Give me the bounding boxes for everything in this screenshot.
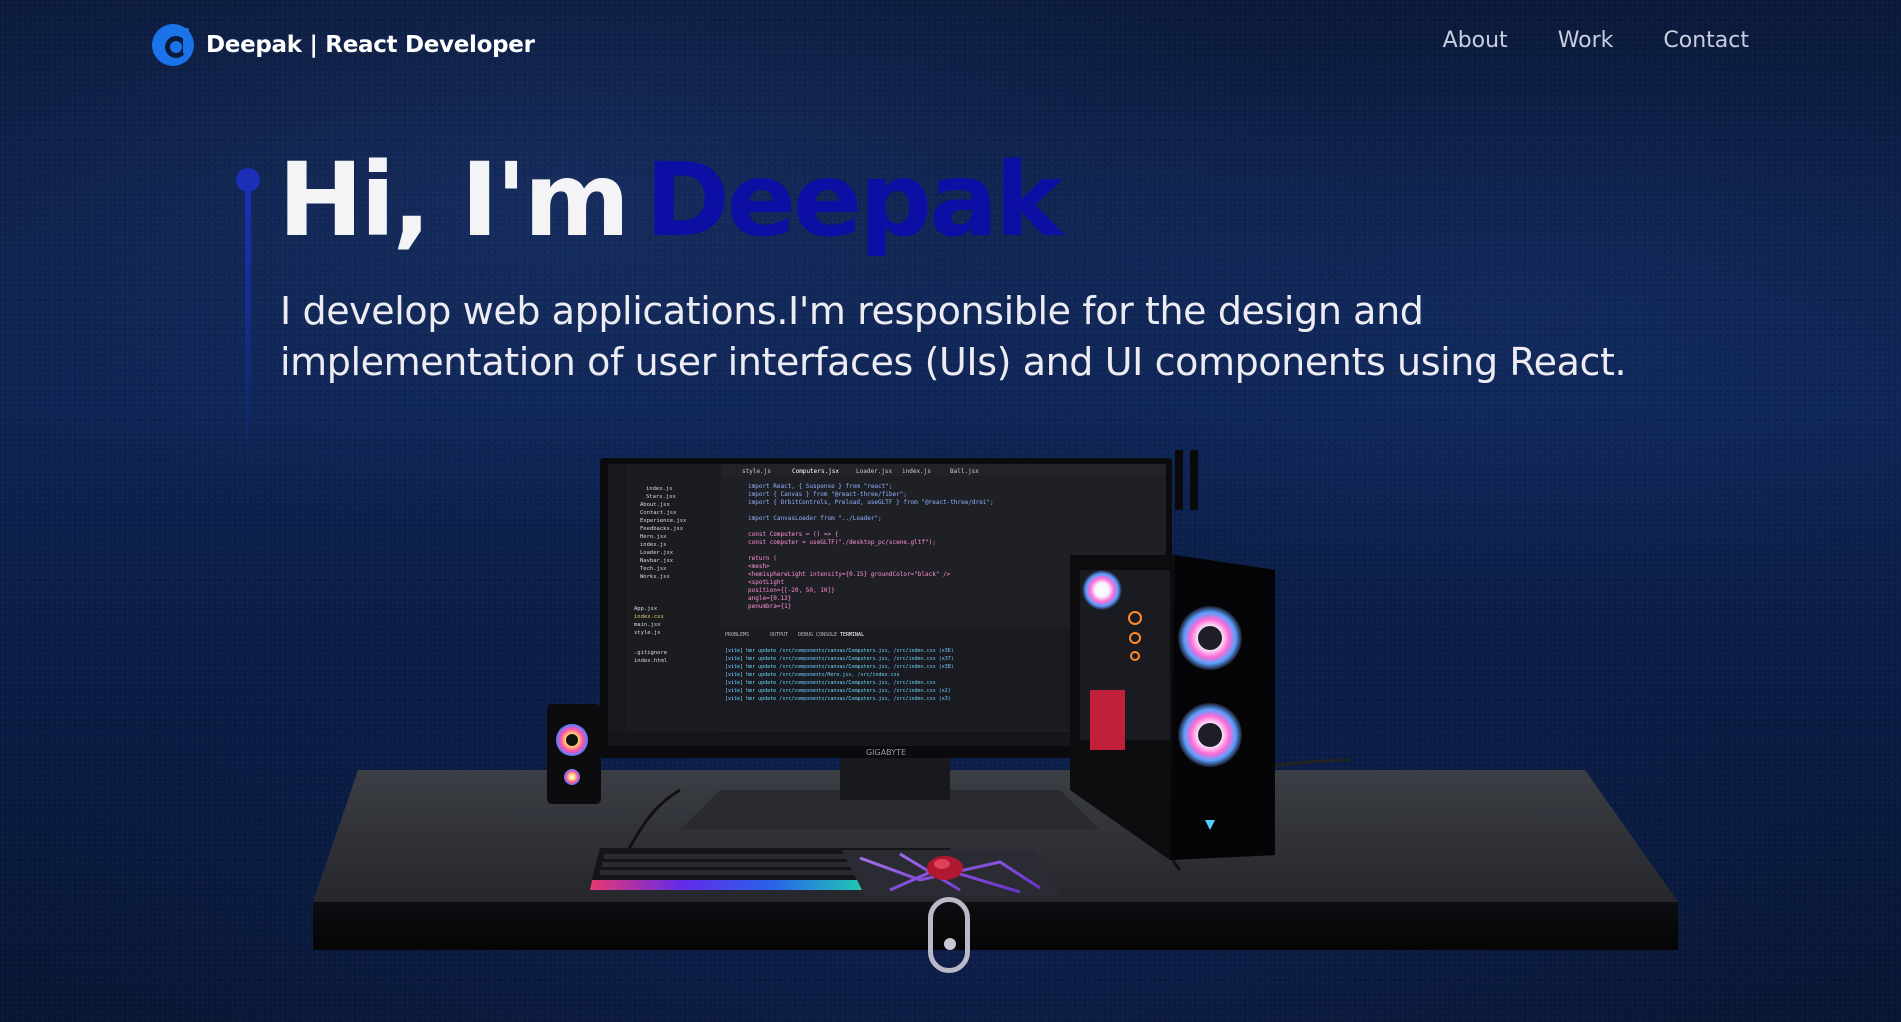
monitor-brand: GIGABYTE — [866, 748, 906, 757]
desk-front — [313, 902, 1678, 950]
hero-title: Hi, I'm Deepak — [278, 150, 1063, 252]
explorer-file: About.jsx — [640, 502, 670, 508]
code-line: angle={0.12} — [748, 595, 791, 602]
logo-link[interactable]: Deepak | React Developer — [150, 22, 535, 68]
code-line: import CanvasLoader from "../Loader"; — [748, 515, 882, 522]
hero-subtitle-line-1: I develop web applications.I'm responsib… — [280, 289, 1424, 333]
editor-tab: Loader.jsx — [856, 468, 893, 475]
navbar: Deepak | React Developer About Work Cont… — [0, 0, 1901, 90]
code-line: <spotLight — [748, 579, 785, 586]
rail-line — [245, 188, 251, 458]
code-line: import { OrbitControls, Preload, useGLTF… — [748, 499, 994, 506]
editor-tab: Ball.jsx — [950, 468, 979, 475]
nav-link-contact[interactable]: Contact — [1663, 28, 1749, 53]
explorer-file: index.css — [634, 614, 664, 620]
terminal-line: [vite] hmr update /src/components/canvas… — [725, 688, 951, 694]
nav-link-about[interactable]: About — [1443, 28, 1508, 53]
explorer-file: index.js — [640, 542, 667, 548]
explorer-file: Navbar.jsx — [640, 558, 674, 564]
logo-icon — [152, 24, 194, 66]
code-line: penumbra={1} — [748, 603, 791, 610]
code-line: return ( — [748, 555, 777, 562]
hero-name: Deepak — [645, 141, 1063, 260]
hero-subtitle-line-2: implementation of user interfaces (UIs) … — [280, 340, 1627, 384]
terminal-line: [vite] hmr update /src/components/canvas… — [725, 664, 954, 670]
code-line: const computer = useGLTF("./desktop_pc/s… — [748, 539, 936, 546]
terminal-tab: OUTPUT — [770, 632, 788, 638]
explorer-file: index.js — [646, 486, 673, 492]
editor-tab: style.js — [742, 468, 771, 475]
terminal-line: [vite] hmr update /src/components/canvas… — [725, 680, 936, 686]
code-line: <mesh> — [748, 563, 770, 570]
explorer-file: index.html — [634, 658, 667, 664]
hero-rail — [236, 168, 260, 468]
explorer-file: Loader.jsx — [640, 550, 674, 556]
explorer-file: App.jsx — [634, 606, 658, 612]
terminal-tab: PROBLEMS — [725, 632, 749, 638]
explorer-file: .gitignore — [634, 650, 667, 656]
editor-tab: Computers.jsx — [792, 468, 839, 475]
explorer-file: Hero.jsx — [640, 534, 667, 540]
hero-greeting: Hi, I'm — [278, 141, 630, 260]
editor-tab: index.js — [902, 468, 931, 475]
explorer-file: Contact.jsx — [640, 510, 677, 516]
explorer-file: Works.jsx — [640, 574, 670, 580]
explorer-file: main.jsx — [634, 622, 661, 628]
explorer-file: Stars.jsx — [646, 494, 676, 500]
explorer-file: style.js — [634, 630, 661, 636]
terminal-line: [vite] hmr update /src/components/canvas… — [725, 696, 951, 702]
nav-links: About Work Contact — [1443, 28, 1749, 53]
nav-link-work[interactable]: Work — [1558, 28, 1614, 53]
terminal-line: [vite] hmr update /src/components/Hero.j… — [725, 672, 900, 678]
terminal-tab: TERMINAL — [840, 632, 864, 638]
code-line: position={[-20, 50, 10]} — [748, 587, 835, 594]
terminal-line: [vite] hmr update /src/components/canvas… — [725, 648, 954, 654]
terminal-line: [vite] hmr update /src/components/canvas… — [725, 656, 954, 662]
code-line: <hemisphereLight intensity={0.15} ground… — [748, 571, 951, 578]
mousepad — [842, 850, 1060, 896]
explorer-file: Feedbacks.jsx — [640, 526, 684, 532]
hero-subtitle: I develop web applications.I'm responsib… — [280, 286, 1680, 388]
desk-scene[interactable]: GIGABYTE style.js Computers.jsx Loader.j… — [300, 450, 1680, 1010]
brand-title: Deepak | React Developer — [206, 32, 535, 58]
terminal-tab: DEBUG CONSOLE — [798, 632, 837, 638]
scroll-dot — [944, 938, 956, 950]
left-speaker — [547, 704, 601, 804]
code-line: const Computers = () => { — [748, 531, 838, 538]
scroll-down-indicator[interactable] — [928, 897, 970, 973]
explorer-file: Experience.jsx — [640, 518, 687, 524]
explorer-file: Tech.jsx — [640, 566, 667, 572]
code-line: import React, { Suspense } from "react"; — [748, 483, 893, 490]
code-line: import { Canvas } from "@react-three/fib… — [748, 491, 907, 498]
